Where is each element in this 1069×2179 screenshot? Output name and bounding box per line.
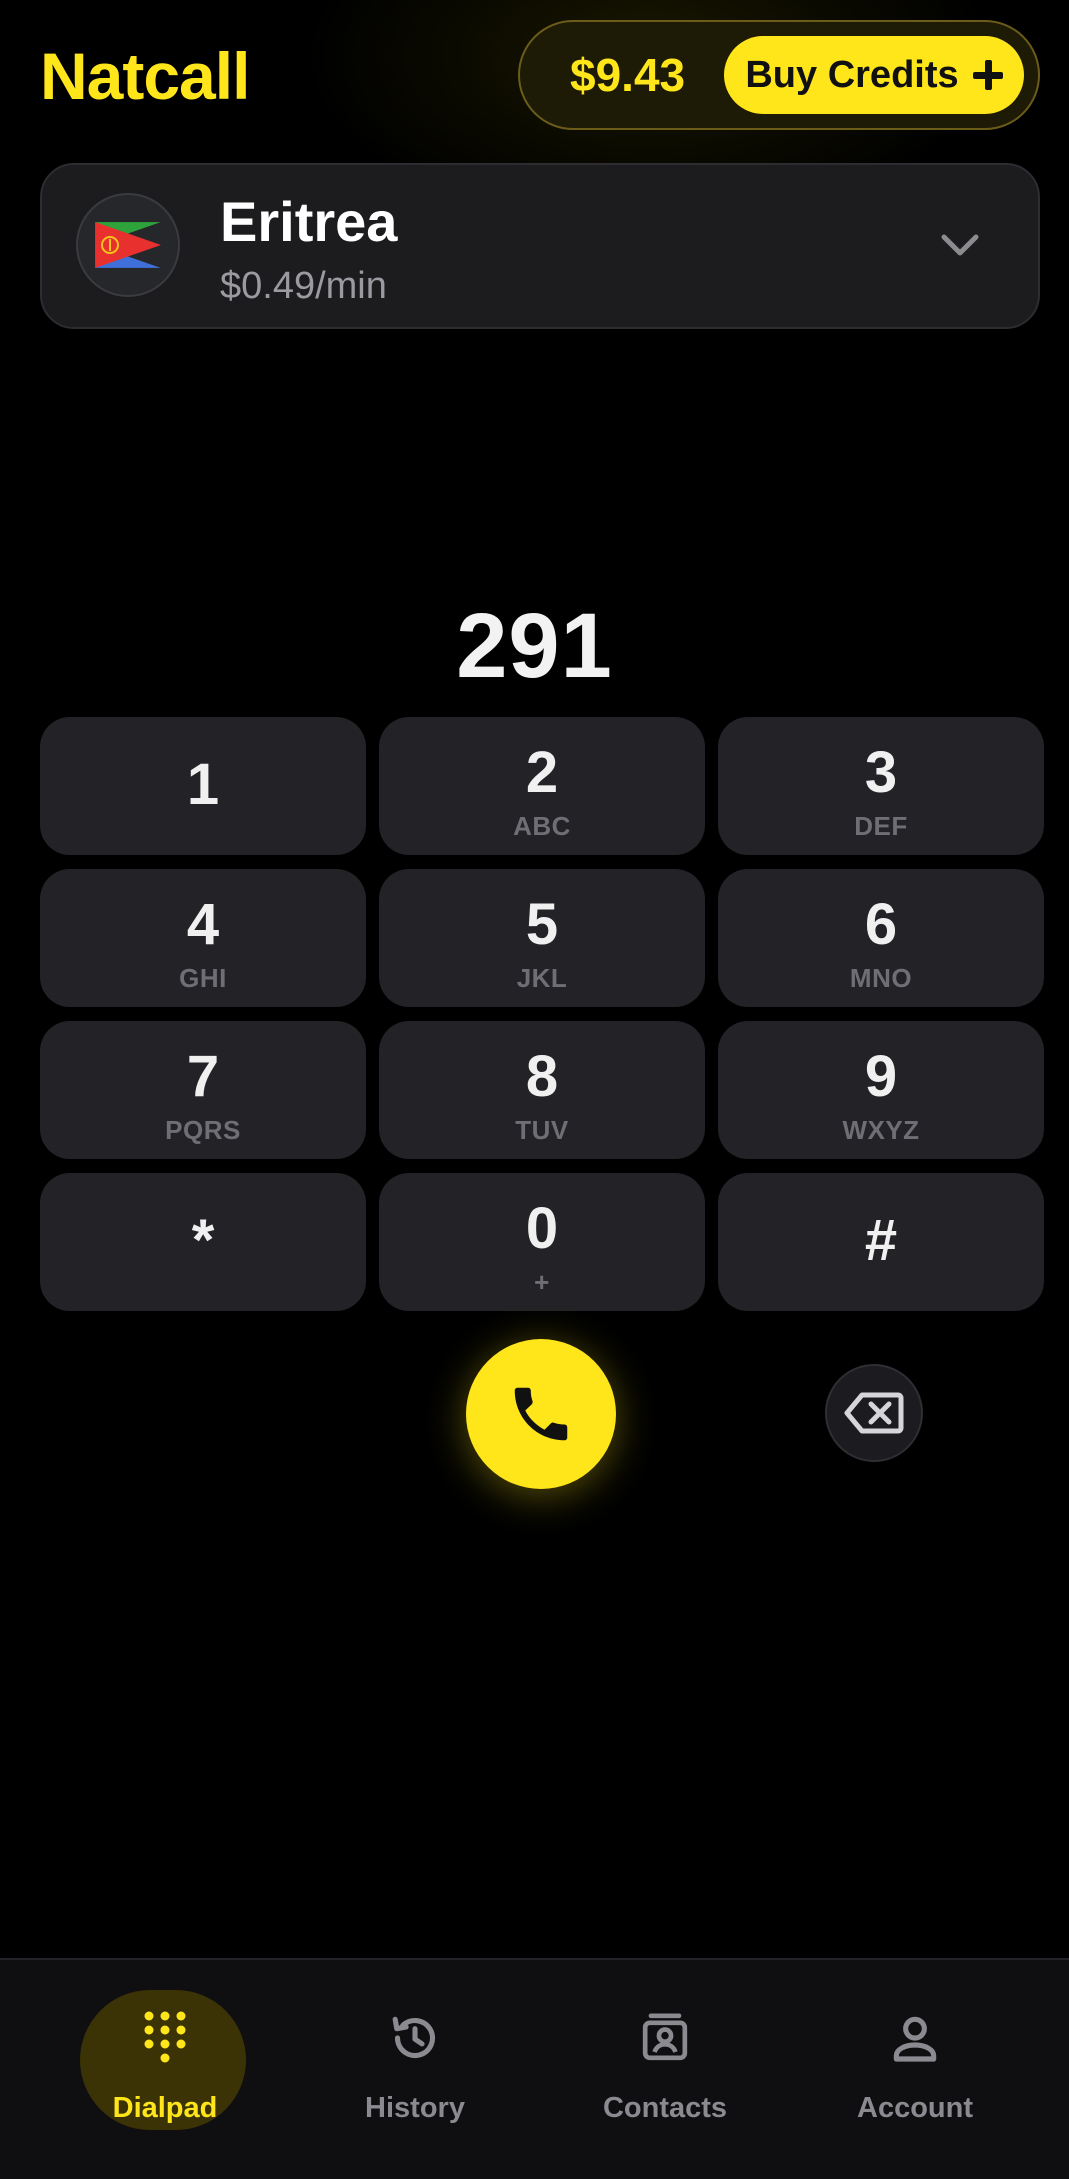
key-digit: 3 [864,740,898,805]
key-digit: * [191,1208,215,1273]
key-0[interactable]: 0 + [379,1173,705,1311]
key-digit: 1 [186,752,220,817]
balance-amount: $9.43 [570,49,686,101]
key-2[interactable]: 2 ABC [379,717,705,855]
key-digit: 0 [525,1196,559,1261]
contacts-icon [642,2013,688,2061]
app-title: Natcall [40,39,250,113]
nav-contacts[interactable]: Contacts [565,1990,765,2130]
nav-account[interactable]: Account [815,1990,1015,2130]
nav-label: Contacts [602,2092,728,2124]
key-hash[interactable]: # [718,1173,1044,1311]
key-letters: JKL [516,963,568,993]
key-letters: MNO [849,963,913,993]
key-digit: 5 [525,892,559,957]
nav-label: Account [857,2092,973,2124]
key-9[interactable]: 9 WXYZ [718,1021,1044,1159]
buy-credits-label: Buy Credits [745,53,959,96]
phone-icon [514,1387,568,1441]
bottom-nav: Dialpad History Contacts Account [0,1958,1069,2179]
nav-label: History [365,2092,465,2124]
account-icon [893,2016,937,2062]
key-3[interactable]: 3 DEF [718,717,1044,855]
dialer-screen: Natcall $9.43 Buy Credits Eritrea $0.49/… [0,0,1069,2179]
nav-label: Dialpad [112,2092,218,2124]
key-letters: GHI [179,963,227,993]
key-5[interactable]: 5 JKL [379,869,705,1007]
key-letters: + [534,1267,550,1297]
key-digit: 7 [186,1044,220,1109]
nav-history[interactable]: History [315,1990,515,2130]
key-letters: DEF [854,811,908,841]
key-digit: # [864,1208,898,1273]
key-letters: WXYZ [842,1115,920,1145]
history-icon [392,2016,436,2059]
key-7[interactable]: 7 PQRS [40,1021,366,1159]
dialpad-icon [144,2011,186,2063]
buy-credits-button[interactable]: Buy Credits [724,36,1024,114]
key-letters: ABC [513,811,571,841]
credits-panel: $9.43 Buy Credits [518,20,1040,130]
country-selector[interactable]: Eritrea $0.49/min [40,163,1040,329]
backspace-button[interactable] [825,1364,923,1462]
chevron-down-icon [941,234,979,256]
key-6[interactable]: 6 MNO [718,869,1044,1007]
key-digit: 9 [864,1044,898,1109]
key-4[interactable]: 4 GHI [40,869,366,1007]
key-digit: 6 [864,892,898,957]
plus-icon [972,60,1003,90]
key-letters: PQRS [165,1115,241,1145]
key-digit: 4 [186,892,220,957]
key-star[interactable]: * [40,1173,366,1311]
key-letters: TUV [515,1115,569,1145]
country-rate: $0.49/min [220,265,387,307]
key-8[interactable]: 8 TUV [379,1021,705,1159]
country-name: Eritrea [220,190,398,253]
key-1[interactable]: 1 [40,717,366,855]
call-button[interactable] [466,1339,616,1489]
eritrea-flag-icon [76,193,180,297]
key-digit: 8 [525,1044,559,1109]
dialed-number: 291 [456,595,613,697]
nav-dialpad[interactable]: Dialpad [65,1990,265,2130]
key-digit: 2 [525,740,559,805]
backspace-icon [844,1392,904,1434]
